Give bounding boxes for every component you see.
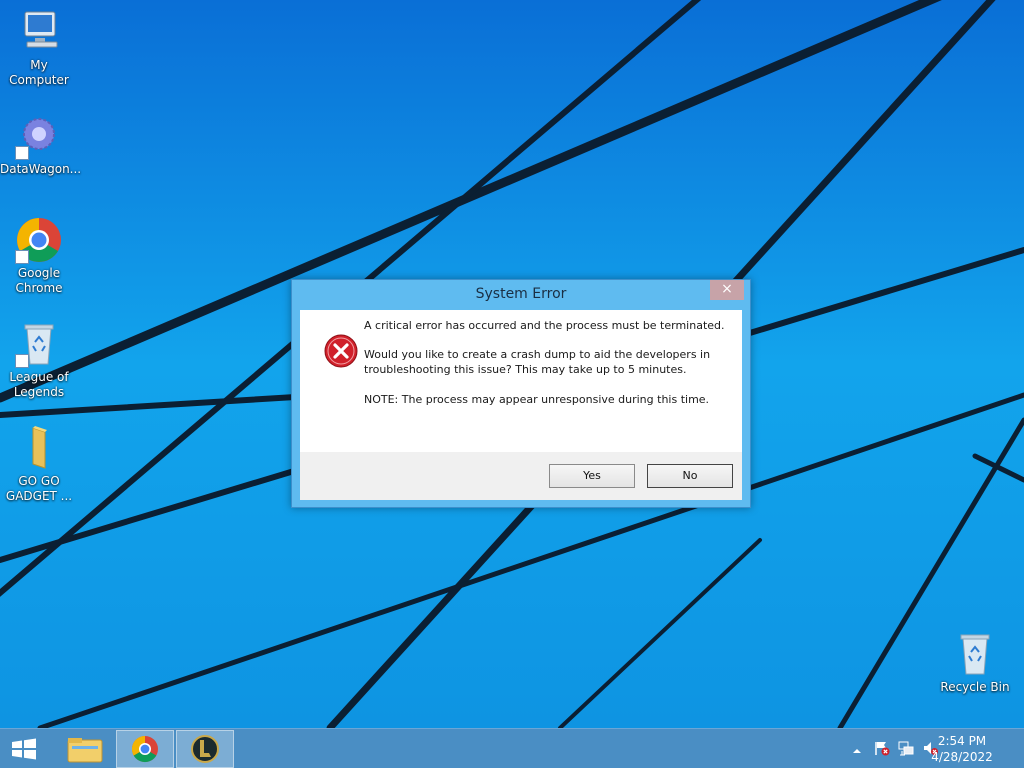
error-message-line-2a: Would you like to create a crash dump to…	[364, 348, 711, 361]
system-error-dialog[interactable]: System Error × A critical error has occu…	[291, 279, 751, 508]
file-explorer-icon	[67, 738, 103, 763]
start-icon	[12, 738, 36, 760]
desktop-icon-label: GO GO GADGET ...	[5, 474, 73, 503]
clock-time: 2:54 PM	[937, 734, 987, 748]
no-button[interactable]: No	[647, 464, 733, 488]
error-message-line-2b: troubleshooting this issue? This may tak…	[364, 363, 687, 376]
network-icon[interactable]	[898, 740, 914, 756]
desktop-icon-label: League of Legends	[9, 370, 69, 399]
taskbar-chrome[interactable]	[116, 730, 174, 768]
desktop-background[interactable]: My Computer DataWagon... Google Chrome L…	[0, 0, 1024, 728]
start-button[interactable]	[0, 730, 48, 768]
desktop-icon-my-computer[interactable]: My Computer	[0, 8, 78, 88]
recycle-bin-icon	[15, 320, 63, 368]
taskbar-league-of-legends[interactable]	[176, 730, 234, 768]
recycle-bin-icon	[951, 630, 999, 678]
desktop-icon-label: My Computer	[9, 58, 69, 87]
desktop-icon-datawagon[interactable]: DataWagon...	[0, 112, 82, 177]
desktop-icon-label: Google Chrome	[15, 266, 63, 295]
clock-date: 4/28/2022	[931, 750, 993, 764]
chrome-icon	[15, 216, 63, 264]
league-of-legends-icon	[191, 735, 219, 763]
desktop-icon-recycle-bin[interactable]: Recycle Bin	[936, 630, 1014, 695]
yes-button[interactable]: Yes	[549, 464, 635, 488]
shortcut-arrow-icon	[15, 354, 29, 368]
desktop-icon-go-go-gadget[interactable]: GO GO GADGET ...	[0, 424, 78, 504]
dialog-body: A critical error has occurred and the pr…	[300, 310, 742, 452]
desktop-icon-label: Recycle Bin	[940, 680, 1010, 694]
dialog-title: System Error	[475, 286, 567, 302]
error-icon	[324, 334, 358, 368]
taskbar: 2:54 PM 4/28/2022	[0, 728, 1024, 768]
desktop-icon-google-chrome[interactable]: Google Chrome	[0, 216, 78, 296]
dialog-button-bar: Yes No	[300, 452, 742, 500]
error-message-line-1: A critical error has occurred and the pr…	[364, 319, 725, 332]
shortcut-arrow-icon	[15, 146, 29, 160]
chrome-icon	[131, 735, 158, 763]
computer-icon	[15, 8, 63, 56]
show-hidden-icons-chevron[interactable]	[851, 742, 867, 758]
close-button[interactable]: ×	[710, 280, 744, 300]
taskbar-clock[interactable]: 2:54 PM 4/28/2022	[922, 733, 1002, 765]
folder-icon	[15, 424, 63, 472]
desktop-icon-label: DataWagon...	[0, 162, 82, 176]
gear-cog-icon	[15, 112, 63, 160]
error-message-note: NOTE: The process may appear unresponsiv…	[364, 393, 710, 406]
dialog-titlebar[interactable]: System Error ×	[292, 280, 750, 310]
desktop-icon-league-of-legends[interactable]: League of Legends	[0, 320, 78, 400]
taskbar-file-explorer[interactable]	[56, 730, 114, 768]
action-center-flag-icon[interactable]	[874, 740, 890, 756]
shortcut-arrow-icon	[15, 250, 29, 264]
